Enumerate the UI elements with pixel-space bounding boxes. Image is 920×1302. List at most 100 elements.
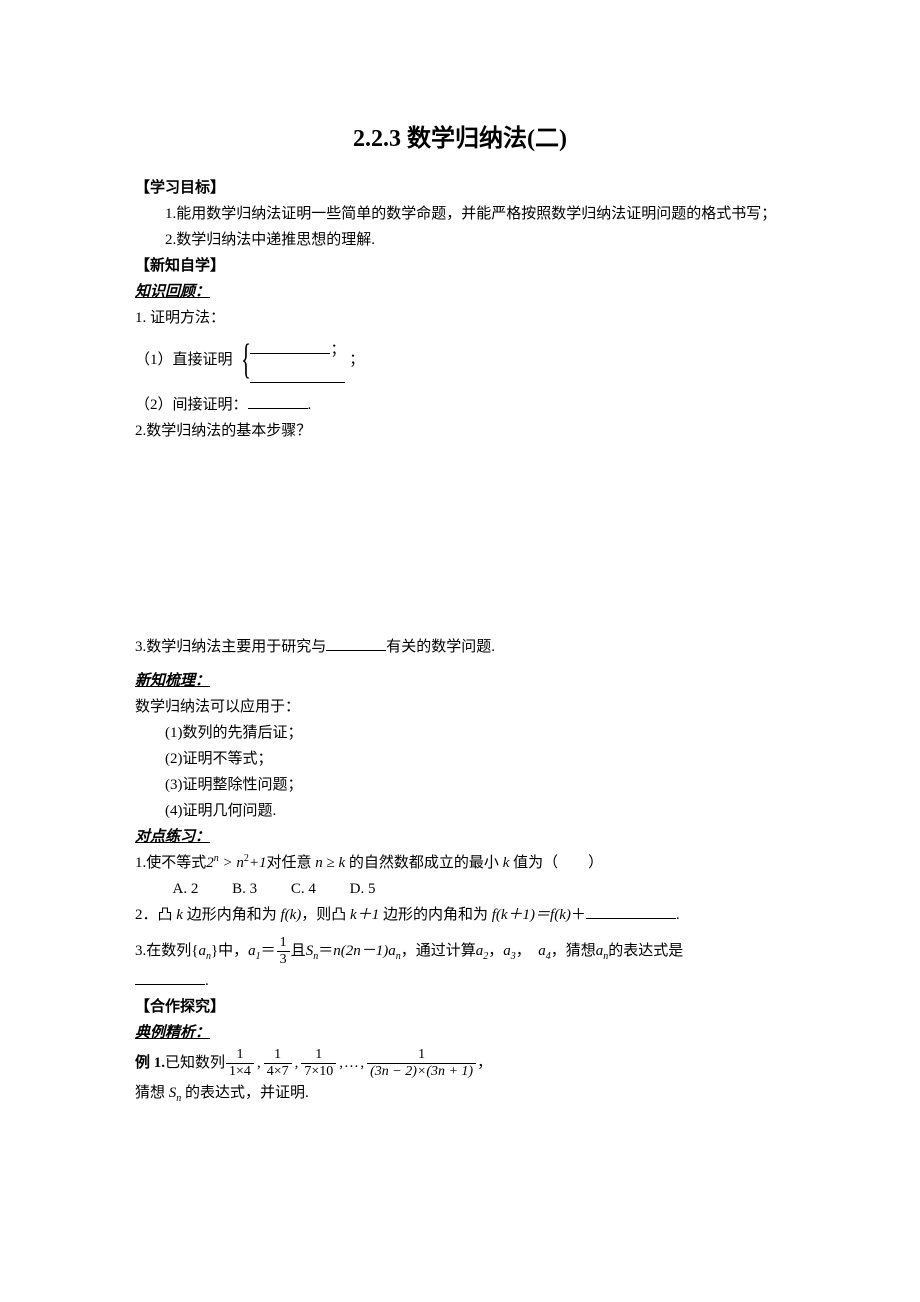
option-d[interactable]: D. 5 [350,881,376,897]
ex3-f: ， [488,939,503,963]
frac-den: 3 [277,951,290,967]
ex3-a: }中， [211,939,248,963]
subsection-examples: 典例精析： [135,1021,785,1045]
frac-den: (3n − 2)×(3n + 1) [367,1063,476,1079]
comb-item-4: (4)证明几何问题. [135,799,785,823]
semicolon-outer: ； [349,352,364,368]
ex3-d: ＝ [318,939,333,963]
math-k2: k [176,907,183,923]
math-n2n1an: n(2n－1)a [333,943,396,959]
ex3-pre: 3.在数列{ [135,939,198,963]
math-fk: f(k) [280,907,301,923]
frac-den: 1×4 [226,1063,254,1079]
exercise-3-blank: . [135,969,785,993]
option-a[interactable]: A. 2 [173,881,199,897]
ex3-g: ， [516,939,539,963]
option-b[interactable]: B. 3 [232,881,257,897]
ex3-c: 且 [291,939,306,963]
ex1-mid: 对任意 [267,855,312,871]
comb-item-3: (3)证明整除性问题； [135,773,785,797]
left-brace-icon: { [241,344,251,378]
example-1-text: 已知数列 [165,1051,225,1075]
frac-den: 4×7 [264,1063,292,1079]
example-1-tail: ， [477,1051,492,1075]
math-exponent: n [214,853,219,864]
math-gt: > [223,855,233,871]
ex2-d: ＋ [571,907,586,923]
math-a4: a [538,943,546,959]
fraction-2: 14×7 [264,1047,292,1079]
fill-blank[interactable] [586,904,676,919]
fraction-3: 17×10 [301,1047,336,1079]
fraction-1-3: 13 [277,935,290,967]
example-1-question: 猜想 Sn 的表达式，并证明. [135,1081,785,1105]
fill-blank[interactable] [326,636,386,651]
ex3-h: ，猜想 [551,939,596,963]
indirect-proof-label: （2）间接证明： [135,397,248,413]
ex1-tail: 值为（ ） [513,855,603,871]
subsection-review: 知识回顾： [135,280,785,304]
fraction-1: 11×4 [226,1047,254,1079]
review-item-1: 1. 证明方法： [135,306,785,330]
review-item-2: （2）间接证明：. [135,393,785,417]
fraction-4: 1(3n − 2)×(3n + 1) [367,1047,476,1079]
section-learning-objectives: 【学习目标】 [135,176,785,200]
frac-den: 7×10 [301,1063,336,1079]
brace-group: { ； [236,338,345,383]
math-kplus1: k＋1 [350,907,379,923]
document-title: 2.2.3 数学归纳法(二) [135,120,785,158]
option-c[interactable]: C. 4 [291,881,316,897]
ex3-e: ，通过计算 [401,939,476,963]
exercise-2: 2．凸 k 边形内角和为 f(k)，则凸 k＋1 边形的内角和为 f(k＋1)＝… [135,903,785,927]
ex2-a: 边形内角和为 [187,907,277,923]
example-1: 例 1.已知数列 11×4, 14×7, 17×10, …, 1(3n − 2)… [135,1047,785,1079]
ex3-b: ＝ [261,939,276,963]
fill-blank[interactable] [250,339,330,354]
ex1q-pre: 猜想 [135,1085,165,1101]
math-nk: n ≥ k [315,855,345,871]
comb-item-1: (1)数列的先猜后证； [135,721,785,745]
dots: … [345,1051,358,1075]
math-base: 2 [206,855,214,871]
subsection-comb: 新知梳理： [135,669,785,693]
math-a3: a [503,943,511,959]
exercise-1-options: A. 2 B. 3 C. 4 D. 5 [135,877,785,901]
ex2-pre: 2．凸 [135,907,173,923]
ex2-b: ，则凸 [301,907,346,923]
sequence-fractions: 11×4, 14×7, 17×10, …, 1(3n − 2)×(3n + 1) [225,1047,477,1079]
math-Sn2-sub: n [176,1093,181,1104]
blank-space [135,445,785,635]
direct-proof-label: （1）直接证明 [135,352,233,368]
text-suffix: 有关的数学问题. [386,639,495,655]
section-new-knowledge: 【新知自学】 [135,254,785,278]
semicolon: ； [330,342,345,358]
ex1-prefix: 1.使不等式 [135,855,206,871]
math-plus1: +1 [249,855,267,871]
ex1-post: 的自然数都成立的最小 [349,855,499,871]
period: . [308,397,312,413]
exercise-3: 3.在数列{an}中， a1＝13且 Sn＝n(2n－1)an，通过计算 a2，… [135,935,785,967]
ex2-period: . [676,907,680,923]
math-n: n [236,855,244,871]
fill-blank[interactable] [250,368,345,383]
ex3-tail: 的表达式是 [608,939,683,963]
review-item-1a: （1）直接证明 { ； ； [135,338,785,383]
frac-num: 1 [271,1047,284,1062]
fill-blank[interactable] [248,394,308,409]
review-item-3: 2.数学归纳法的基本步骤？ [135,419,785,443]
section-cooperation: 【合作探究】 [135,995,785,1019]
objective-1: 1.能用数学归纳法证明一些简单的数学命题，并能严格按照数学归纳法证明问题的格式书… [135,202,785,226]
objective-2: 2.数学归纳法中递推思想的理解. [135,228,785,252]
subsection-exercise: 对点练习： [135,825,785,849]
ex3-period: . [205,973,209,989]
math-k: k [503,855,510,871]
fill-blank[interactable] [135,970,205,985]
ex1q-post: 的表达式，并证明. [185,1085,309,1101]
frac-num: 1 [277,935,290,950]
review-item-4: 3.数学归纳法主要用于研究与 有关的数学问题. [135,635,785,659]
text-prefix: 3.数学归纳法主要用于研究与 [135,639,326,655]
frac-num: 1 [415,1047,428,1062]
example-1-label: 例 1. [135,1051,165,1075]
math-fk1: f(k＋1)＝f(k) [492,907,571,923]
exercise-1: 1.使不等式2n > n2+1对任意 n ≥ k 的自然数都成立的最小 k 值为… [135,851,785,875]
